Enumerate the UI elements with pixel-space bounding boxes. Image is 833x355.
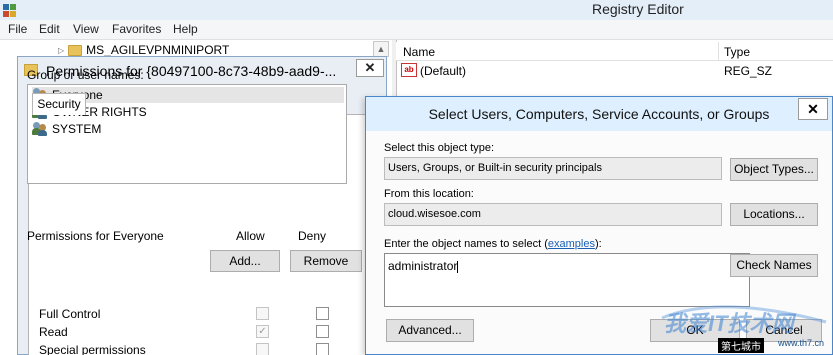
column-name-header[interactable]: Name	[403, 45, 435, 59]
scroll-up-icon[interactable]: ▲	[373, 41, 389, 57]
deny-special-checkbox[interactable]	[316, 343, 329, 355]
allow-read-checkbox[interactable]: ✓	[256, 325, 269, 338]
column-type-header[interactable]: Type	[724, 45, 750, 59]
add-button[interactable]: Add...	[210, 250, 280, 272]
group-list-label: Group or user names:	[27, 68, 144, 82]
enter-names-label: Enter the object names to select (exampl…	[384, 238, 602, 250]
group-name: SYSTEM	[52, 122, 102, 136]
permission-name: Read	[39, 325, 68, 339]
dialog-title: Select Users, Computers, Service Account…	[428, 106, 770, 122]
enter-names-suffix: ):	[594, 238, 602, 250]
permissions-for-label: Permissions for Everyone	[27, 229, 164, 243]
object-type-label: Select this object type:	[384, 142, 495, 154]
select-users-dialog: Select Users, Computers, Service Account…	[365, 96, 833, 355]
expand-arrow-icon[interactable]: ▷	[58, 46, 64, 55]
registry-app-icon	[3, 4, 16, 17]
location-field: cloud.wisesoe.com	[384, 203, 722, 226]
list-header: Name Type	[396, 42, 833, 61]
object-names-value: administrator	[388, 259, 458, 273]
object-types-button[interactable]: Object Types...	[730, 158, 818, 181]
locations-button[interactable]: Locations...	[730, 203, 818, 226]
menu-edit[interactable]: Edit	[39, 22, 60, 36]
menu-view[interactable]: View	[73, 22, 99, 36]
deny-column-header: Deny	[298, 229, 327, 243]
check-names-button[interactable]: Check Names	[730, 254, 818, 277]
enter-names-prefix: Enter the object names to select (	[384, 238, 548, 250]
tree-node[interactable]: ▷ MS_AGILEVPNMINIPORT	[58, 43, 229, 57]
tree-node-label: MS_AGILEVPNMINIPORT	[86, 43, 230, 57]
column-divider[interactable]	[718, 42, 719, 61]
list-item-system[interactable]: SYSTEM	[32, 121, 344, 137]
object-names-input[interactable]: administrator	[384, 253, 750, 307]
permission-name: Full Control	[39, 307, 101, 321]
string-value-icon: ab	[401, 63, 417, 77]
menubar: File Edit View Favorites Help	[0, 20, 833, 40]
cancel-button[interactable]: Cancel	[746, 319, 822, 342]
examples-link[interactable]: examples	[548, 238, 595, 250]
permission-name: Special permissions	[39, 343, 146, 355]
allow-full-control-checkbox[interactable]	[256, 307, 269, 320]
close-button[interactable]: ✕	[356, 59, 384, 77]
deny-full-control-checkbox[interactable]	[316, 307, 329, 320]
deny-read-checkbox[interactable]	[316, 325, 329, 338]
folder-icon	[68, 44, 83, 56]
text-caret	[457, 260, 459, 273]
tab-security[interactable]: Security	[32, 93, 86, 115]
allow-special-checkbox[interactable]	[256, 343, 269, 355]
dialog-titlebar: Select Users, Computers, Service Account…	[366, 97, 832, 131]
close-button[interactable]: ✕	[798, 98, 828, 120]
value-type: REG_SZ	[724, 64, 773, 78]
registry-titlebar: Registry Editor	[0, 0, 833, 20]
users-icon	[32, 122, 48, 136]
value-name[interactable]: (Default)	[420, 64, 466, 78]
location-label: From this location:	[384, 188, 474, 200]
menu-file[interactable]: File	[8, 22, 27, 36]
advanced-button[interactable]: Advanced...	[386, 319, 474, 342]
allow-column-header: Allow	[236, 229, 265, 243]
menu-help[interactable]: Help	[173, 22, 198, 36]
window-title: Registry Editor	[592, 1, 684, 17]
ok-button[interactable]: OK	[650, 319, 740, 342]
remove-button[interactable]: Remove	[290, 250, 362, 272]
object-type-field: Users, Groups, or Built-in security prin…	[384, 157, 722, 180]
menu-favorites[interactable]: Favorites	[112, 22, 161, 36]
